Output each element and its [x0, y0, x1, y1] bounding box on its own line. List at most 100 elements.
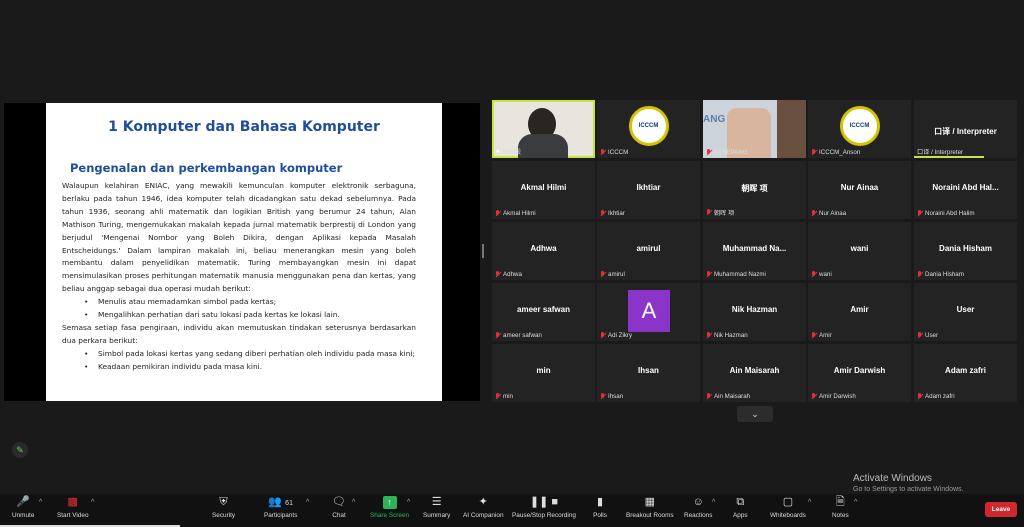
participant-tile[interactable]: min min: [492, 344, 595, 402]
participant-label-text: Adi Zikry: [608, 332, 633, 339]
participant-tile[interactable]: Amir Amir: [808, 283, 911, 341]
participant-label: Akmal Hilmi: [495, 210, 536, 217]
mic-off-icon: [600, 393, 606, 400]
participants-count: 61: [285, 500, 293, 507]
apps-button[interactable]: ⧉ Apps: [733, 496, 748, 519]
participant-tile[interactable]: ANG KVSEPANG: [703, 100, 806, 158]
notes-button[interactable]: 🗎 Notes: [832, 496, 849, 519]
mic-off-icon: [706, 149, 712, 156]
breakout-rooms-label: Breakout Rooms: [626, 512, 674, 519]
participant-tile[interactable]: Amir Darwish Amir Darwish: [808, 344, 911, 402]
participant-tile[interactable]: ★ 邱健毅: [492, 100, 595, 158]
participant-tile[interactable]: Adam zafri Adam zafri: [914, 344, 1017, 402]
bar-chart-icon: ▮: [596, 496, 604, 508]
participant-tile[interactable]: Noraini Abd Hal... Noraini Abd Halim: [914, 161, 1017, 219]
participant-tile[interactable]: ICCCM ICCCM: [597, 100, 700, 158]
chevron-up-icon[interactable]: ^: [39, 499, 42, 506]
unmute-button[interactable]: 🎤 Unmute: [12, 496, 34, 519]
reactions-button[interactable]: ☺ Reactions: [684, 496, 712, 519]
participant-label: 口译 / Interpreter: [917, 147, 963, 156]
participant-label: Muhammad Nazmi: [706, 271, 766, 278]
participant-label: 朝晖 项: [706, 208, 734, 217]
mic-off-icon: [706, 332, 712, 339]
participant-label-text: 口译 / Interpreter: [917, 149, 964, 156]
participant-label-text: Noraini Abd Halim: [925, 210, 975, 217]
participant-tile[interactable]: ICCCM ICCCM_Anson: [808, 100, 911, 158]
share-screen-button[interactable]: ↑ Share Screen: [370, 496, 409, 519]
mic-off-icon: [706, 393, 712, 400]
participant-tile[interactable]: User User: [914, 283, 1017, 341]
mic-off-icon: [811, 210, 817, 217]
chevron-up-icon[interactable]: ^: [712, 499, 715, 506]
annotate-pencil-icon[interactable]: ✎: [12, 442, 28, 458]
summary-icon: ☰: [431, 496, 442, 508]
participant-label: ICCCM_Anson: [811, 149, 860, 156]
ai-companion-button[interactable]: ✦ AI Companion: [463, 496, 504, 519]
chevron-up-icon[interactable]: ^: [91, 499, 94, 506]
polls-button[interactable]: ▮ Polls: [593, 496, 607, 519]
participant-tile[interactable]: Ihsan Ihsan: [597, 344, 700, 402]
ai-companion-label: AI Companion: [463, 512, 504, 519]
chat-button[interactable]: 🗨 Chat: [332, 496, 346, 519]
participant-video: [518, 134, 568, 158]
participants-button[interactable]: 👥 61 Participants: [264, 496, 297, 519]
participant-tile[interactable]: Muhammad Na... Muhammad Nazmi: [703, 222, 806, 280]
chevron-up-icon[interactable]: ^: [808, 499, 811, 506]
participant-label-text: wani: [819, 271, 832, 278]
slide-paragraph: Semasa setiap fasa pengiraan, individu a…: [62, 322, 416, 345]
leave-button[interactable]: Leave: [985, 502, 1017, 517]
meeting-toolbar: 🎤 Unmute ^ ▩ Start Video ^ ⛨ Security 👥 …: [0, 494, 1024, 527]
chat-label: Chat: [332, 512, 346, 519]
chevron-up-icon[interactable]: ^: [407, 499, 410, 506]
participant-label: KVSEPANG: [706, 149, 748, 156]
chevron-up-icon[interactable]: ^: [306, 499, 309, 506]
slide-bullet: Menulis atau memadamkan simbol pada kert…: [84, 296, 416, 309]
polls-label: Polls: [593, 512, 607, 519]
split-resize-handle[interactable]: [482, 244, 484, 258]
participant-tile[interactable]: 朝晖 项朝晖 项: [703, 161, 806, 219]
participant-label: Adhwa: [495, 271, 522, 278]
mic-off-icon: [811, 149, 817, 156]
chevron-up-icon[interactable]: ^: [352, 499, 355, 506]
participant-tile[interactable]: Nik Hazman Nik Hazman: [703, 283, 806, 341]
participant-tile[interactable]: wani wani: [808, 222, 911, 280]
participant-tile[interactable]: amirul amirul: [597, 222, 700, 280]
share-screen-icon: ↑: [382, 496, 397, 509]
participant-name: Ain Maisarah: [729, 366, 780, 375]
participant-tile[interactable]: Ain Maisarah Ain Maisarah: [703, 344, 806, 402]
participant-label: Nik Hazman: [706, 332, 748, 339]
mic-off-icon: [706, 209, 712, 216]
summary-button[interactable]: ☰ Summary: [423, 496, 450, 519]
participant-label-text: min: [503, 393, 513, 400]
slide-paragraph: Walaupun kelahiran ENIAC, yang mewakili …: [62, 181, 416, 294]
security-button[interactable]: ⛨ Security: [212, 496, 235, 519]
participant-label-text: Akmal Hilmi: [503, 210, 536, 217]
mic-off-icon: [495, 332, 501, 339]
participant-label-text: User: [925, 332, 939, 339]
gallery-expand-button[interactable]: ⌄: [737, 406, 773, 422]
mic-off-icon: [917, 271, 923, 278]
apps-label: Apps: [733, 512, 748, 519]
participant-tile[interactable]: Dania Hisham Dania Hisham: [914, 222, 1017, 280]
participant-tile[interactable]: Nur Ainaa Nur Ainaa: [808, 161, 911, 219]
breakout-rooms-button[interactable]: ▦ Breakout Rooms: [626, 496, 674, 519]
start-video-label: Start Video: [57, 512, 89, 519]
participant-name: 朝晖 项: [741, 184, 768, 193]
pause-stop-recording-button[interactable]: ❚❚ ■ Pause/Stop Recording: [512, 496, 576, 519]
chevron-up-icon[interactable]: ^: [854, 499, 857, 506]
participant-tile[interactable]: Akmal Hilmi Akmal Hilmi: [492, 161, 595, 219]
participant-name: wani: [850, 244, 869, 253]
mic-off-icon: [495, 210, 501, 217]
participant-tile[interactable]: A Adi Zikry: [597, 283, 700, 341]
participant-tile[interactable]: ameer safwan ameer safwan: [492, 283, 595, 341]
start-video-button[interactable]: ▩ Start Video: [57, 496, 89, 519]
participant-tile[interactable]: Adhwa Adhwa: [492, 222, 595, 280]
participant-label: Dania Hisham: [917, 271, 964, 278]
participant-tile[interactable]: Ikhtiar Ikhtiar: [597, 161, 700, 219]
participant-name: Dania Hisham: [939, 244, 992, 253]
participant-label: min: [495, 393, 513, 400]
whiteboards-button[interactable]: ▢ Whiteboards: [770, 496, 806, 519]
participant-tile[interactable]: 口译 / Interpreter 口译 / Interpreter: [914, 100, 1017, 158]
participant-label-text: Nur Ainaa: [819, 210, 847, 217]
slide-bullet: Mengalihkan perhatian dari satu lokasi p…: [84, 309, 416, 322]
